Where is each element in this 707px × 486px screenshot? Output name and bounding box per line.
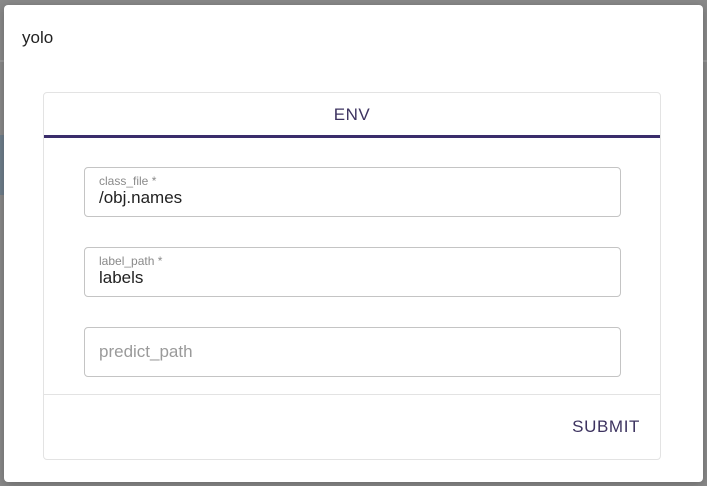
label-path-label: label_path * — [99, 254, 163, 268]
class-file-field[interactable]: class_file * — [84, 167, 621, 217]
label-path-input[interactable] — [99, 268, 599, 288]
dialog: yolo ENV class_file * label_path * SUBMI… — [4, 5, 703, 482]
tab-env[interactable]: ENV — [44, 93, 660, 136]
predict-path-field[interactable] — [84, 327, 621, 377]
label-path-field[interactable]: label_path * — [84, 247, 621, 297]
active-tab-indicator — [44, 135, 660, 138]
class-file-label: class_file * — [99, 174, 157, 188]
submit-button[interactable]: SUBMIT — [566, 415, 646, 439]
tab-bar: ENV — [44, 93, 660, 138]
dialog-title: yolo — [22, 28, 54, 47]
class-file-input[interactable] — [99, 188, 599, 208]
predict-path-input[interactable] — [99, 342, 599, 362]
env-card: ENV class_file * label_path * SUBMIT — [43, 92, 661, 460]
card-footer-divider — [44, 394, 660, 395]
